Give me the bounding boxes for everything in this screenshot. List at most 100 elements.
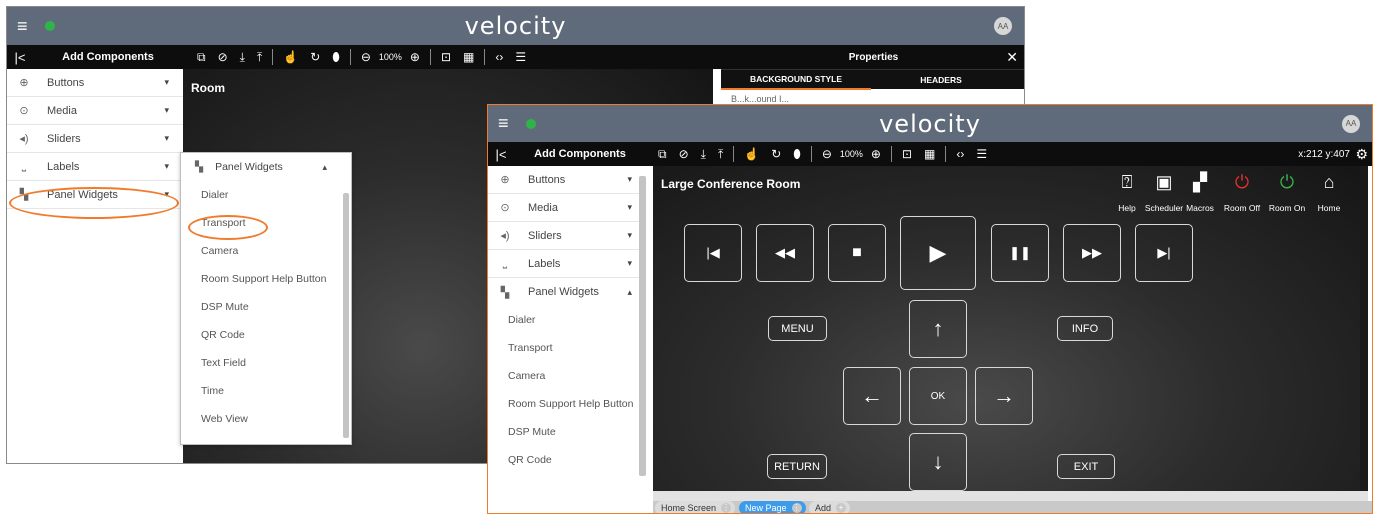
globe-icon[interactable] [45,21,55,31]
code-icon[interactable]: ‹› [956,147,964,161]
tab-label: New Page [745,503,787,513]
upload-icon[interactable]: ⤒ [257,50,262,65]
chevron-down-icon: ▾ [627,202,632,212]
menu-button[interactable]: MENU [768,316,827,341]
macros-icon[interactable]: ▞ [1180,172,1220,193]
down-arrow-button[interactable]: ↓ [909,433,967,491]
canvas-vertical-scrollbar[interactable] [1360,166,1368,501]
room-off-power-icon[interactable]: ⏻ [1222,172,1262,193]
code-icon[interactable]: ‹› [495,50,503,64]
sub-item-qr-code[interactable]: QR Code [488,446,646,474]
tab-home-screen[interactable]: Home Screen ⋮ [655,501,736,513]
sub-item-dsp-mute[interactable]: DSP Mute [488,418,646,446]
exit-button[interactable]: EXIT [1057,454,1115,479]
refresh-icon[interactable]: ↻ [310,50,320,64]
refresh-icon[interactable]: ↻ [771,147,781,161]
right-arrow-button[interactable]: → [975,367,1033,425]
zoom-in-icon[interactable]: ⊕ [410,50,420,64]
menu-icon[interactable]: ≡ [498,113,514,134]
rewind-button[interactable]: ◀◀ [756,224,814,282]
canvas-horizontal-scrollbar[interactable] [653,491,1368,501]
settings-sliders-icon[interactable]: ☰ [515,50,526,64]
page-tabs-bar: Home Screen ⋮ New Page ⋮ Add + [653,501,1372,513]
tab-new-page[interactable]: New Page ⋮ [739,501,806,513]
popup-item[interactable]: DSP Mute [181,293,351,321]
popup-item[interactable]: Room Support Help Button [181,265,351,293]
sidebar-scrollbar[interactable] [639,176,646,476]
collapse-panel-icon[interactable]: |< [7,50,33,65]
sidebar-item-buttons[interactable]: ⊕ Buttons ▾ [7,69,183,97]
ok-button[interactable]: OK [909,367,967,425]
play-button[interactable]: ▶ [900,216,976,290]
grid-icon[interactable]: ▦ [924,147,935,161]
scheduler-icon[interactable]: ▣ [1144,172,1184,193]
zoom-out-icon[interactable]: ⊖ [822,147,832,161]
preview-icon[interactable]: ⧉ [197,50,206,65]
download-icon[interactable]: ⤓ [701,147,706,162]
tab-headers[interactable]: HEADERS [871,75,1011,85]
sidebar-item-labels[interactable]: ⎵ Labels ▾ [7,153,183,181]
info-button[interactable]: INFO [1057,316,1113,341]
sidebar-item-buttons[interactable]: ⊕ Buttons ▾ [488,166,646,194]
sub-item-transport[interactable]: Transport [488,334,646,362]
up-arrow-button[interactable]: ↑ [909,300,967,358]
touch-icon[interactable]: ☝ [283,50,298,64]
lock-icon[interactable]: ⊡ [441,50,451,64]
sub-item-room-support[interactable]: Room Support Help Button [488,390,646,418]
touch-icon[interactable]: ☝ [744,147,759,161]
left-arrow-button[interactable]: ← [843,367,901,425]
return-button[interactable]: RETURN [767,454,827,479]
sidebar-item-panel-widgets[interactable]: ▚ Panel Widgets ▴ [488,278,646,306]
skip-back-button[interactable]: |◀ [684,224,742,282]
sub-item-dialer[interactable]: Dialer [488,306,646,334]
gear-icon[interactable]: ⚙ [1355,146,1368,163]
sidebar-item-labels[interactable]: ⎵ Labels ▾ [488,250,646,278]
zoom-out-icon[interactable]: ⊖ [361,50,371,64]
shield-icon[interactable]: ⬮ [332,50,340,65]
avatar[interactable]: AA [1342,114,1360,133]
sidebar-item-sliders[interactable]: ◂) Sliders ▾ [488,222,646,250]
popup-item[interactable]: Time [181,377,351,405]
tab-options-icon[interactable]: ⋮ [791,503,802,513]
download-icon[interactable]: ⤓ [240,50,245,65]
shield-icon[interactable]: ⬮ [793,147,801,162]
sidebar-item-sliders[interactable]: ◂) Sliders ▾ [7,125,183,153]
tab-add[interactable]: Add + [809,501,851,513]
popup-item[interactable]: Web View [181,405,351,433]
grid-icon[interactable]: ▦ [463,50,474,64]
help-icon[interactable]: ⍰ [1107,172,1147,193]
tab-background-style[interactable]: BACKGROUND STYLE [721,70,871,90]
sidebar-item-media[interactable]: ⊙ Media ▾ [488,194,646,222]
collapse-panel-icon[interactable]: |< [488,147,514,162]
upload-icon[interactable]: ⤒ [718,147,723,162]
popup-scrollbar[interactable] [343,193,349,438]
tab-options-icon[interactable]: ⋮ [721,503,732,513]
app-topbar: ≡ velocity AA [7,7,1024,45]
globe-icon[interactable] [526,118,536,129]
settings-sliders-icon[interactable]: ☰ [976,147,987,161]
pause-button[interactable]: ❚❚ [991,224,1049,282]
zoom-in-icon[interactable]: ⊕ [871,147,881,161]
popup-item[interactable]: Camera [181,237,351,265]
menu-icon[interactable]: ≡ [17,16,33,37]
rotate-icon[interactable]: ⊘ [218,50,228,64]
close-icon[interactable]: ✕ [1006,49,1018,66]
stop-button[interactable]: ■ [828,224,886,282]
fast-forward-button[interactable]: ▶▶ [1063,224,1121,282]
sub-item-camera[interactable]: Camera [488,362,646,390]
preview-icon[interactable]: ⧉ [658,147,667,162]
popup-item[interactable]: QR Code [181,321,351,349]
popup-item[interactable]: Dialer [181,181,351,209]
room-on-power-icon[interactable]: ⏻ [1267,172,1307,193]
avatar[interactable]: AA [994,17,1012,35]
chevron-up-icon[interactable]: ▴ [322,162,327,173]
popup-item[interactable]: Text Field [181,349,351,377]
home-icon[interactable]: ⌂ [1309,172,1349,193]
chevron-down-icon: ▾ [164,133,169,143]
sidebar-item-media[interactable]: ⊙ Media ▾ [7,97,183,125]
add-icon[interactable]: + [836,503,847,513]
lock-icon[interactable]: ⊡ [902,147,912,161]
room-canvas[interactable]: Large Conference Room ⍰ Help ▣ Scheduler… [653,166,1368,501]
skip-forward-button[interactable]: ▶| [1135,224,1193,282]
rotate-icon[interactable]: ⊘ [679,147,689,161]
